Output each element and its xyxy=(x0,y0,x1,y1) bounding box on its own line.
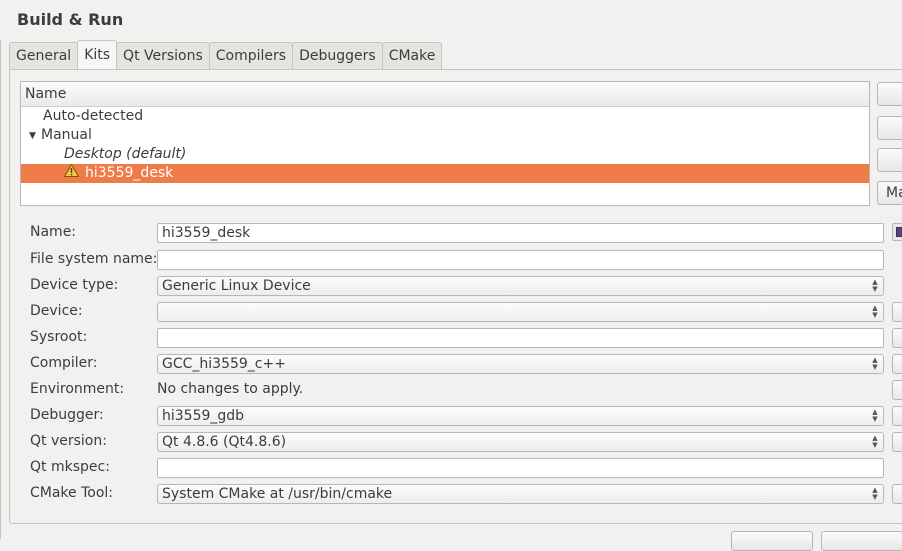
triangle-down-icon[interactable]: ▼ xyxy=(29,127,41,146)
qt-version-label: Qt version: xyxy=(30,433,107,449)
tab-compilers[interactable]: Compilers xyxy=(208,42,294,69)
ok-button[interactable] xyxy=(731,531,813,551)
cmake-tool-label: CMake Tool: xyxy=(30,485,114,501)
tree-header-name[interactable]: Name xyxy=(21,82,869,107)
kit-icon-button[interactable] xyxy=(892,223,902,241)
device-manage-button[interactable] xyxy=(892,302,902,322)
remove-kit-button[interactable] xyxy=(877,148,902,172)
combo-arrows-icon: ▲ ▼ xyxy=(872,408,878,423)
debugger-label: Debugger: xyxy=(30,407,104,423)
tree-item-label: Auto-detected xyxy=(43,108,144,124)
debugger-manage-button[interactable] xyxy=(892,406,902,426)
environment-label: Environment: xyxy=(30,381,125,397)
compiler-label: Compiler: xyxy=(30,355,98,371)
tab-debuggers[interactable]: Debuggers xyxy=(292,42,383,69)
compiler-manage-button[interactable] xyxy=(892,354,902,374)
combo-arrows-icon: ▲ ▼ xyxy=(872,486,878,501)
debugger-value: hi3559_gdb xyxy=(162,408,245,424)
compiler-combo[interactable]: GCC_hi3559_c++ ▲ ▼ xyxy=(157,354,884,374)
tab-bar: General Kits Qt Versions Compilers Debug… xyxy=(9,40,443,70)
warning-icon xyxy=(64,164,79,177)
left-divider xyxy=(0,40,1,539)
debugger-combo[interactable]: hi3559_gdb ▲ ▼ xyxy=(157,406,884,426)
device-type-value: Generic Linux Device xyxy=(162,278,311,294)
tree-item-hi3559-desk[interactable]: hi3559_desk xyxy=(21,164,869,183)
tree-item-label: hi3559_desk xyxy=(85,165,174,181)
tab-cmake[interactable]: CMake xyxy=(381,42,443,69)
qt-mkspec-field[interactable] xyxy=(157,458,884,478)
clone-kit-button[interactable] xyxy=(877,116,902,140)
device-icon xyxy=(896,227,902,237)
add-kit-button[interactable] xyxy=(877,82,902,106)
device-type-combo[interactable]: Generic Linux Device ▲ ▼ xyxy=(157,276,884,296)
tree-item-desktop-default[interactable]: Desktop (default) xyxy=(21,145,869,164)
combo-arrows-icon: ▲ ▼ xyxy=(872,434,878,449)
cmake-tool-value: System CMake at /usr/bin/cmake xyxy=(162,486,393,502)
device-combo[interactable]: ▲ ▼ xyxy=(157,302,884,322)
qt-version-value: Qt 4.8.6 (Qt4.8.6) xyxy=(162,434,287,450)
page-title: Build & Run xyxy=(17,10,124,29)
device-label: Device: xyxy=(30,303,83,319)
tree-item-label: Manual xyxy=(41,127,92,143)
device-type-label: Device type: xyxy=(30,277,119,293)
environment-change-button[interactable] xyxy=(892,380,902,400)
tree-item-label: Desktop (default) xyxy=(64,146,187,162)
qt-version-combo[interactable]: Qt 4.8.6 (Qt4.8.6) ▲ ▼ xyxy=(157,432,884,452)
name-label: Name: xyxy=(30,224,77,240)
tree-item-manual[interactable]: ▼ Manual xyxy=(21,126,869,145)
combo-arrows-icon: ▲ ▼ xyxy=(872,356,878,371)
tree-item-auto-detected[interactable]: Auto-detected xyxy=(21,107,869,126)
kits-tree[interactable]: Name Auto-detected ▼ Manual Desktop (defa… xyxy=(20,81,870,206)
file-system-name-label: File system name: xyxy=(30,251,158,267)
tab-kits[interactable]: Kits xyxy=(77,40,118,69)
qt-mkspec-label: Qt mkspec: xyxy=(30,459,110,475)
sysroot-field[interactable] xyxy=(157,328,884,348)
qt-version-manage-button[interactable] xyxy=(892,432,902,452)
cancel-button[interactable] xyxy=(821,531,902,551)
combo-arrows-icon: ▲ ▼ xyxy=(872,278,878,293)
compiler-value: GCC_hi3559_c++ xyxy=(162,356,286,372)
tab-qt-versions[interactable]: Qt Versions xyxy=(116,42,210,69)
cmake-tool-manage-button[interactable] xyxy=(892,484,902,504)
sysroot-label: Sysroot: xyxy=(30,329,88,345)
environment-value: No changes to apply. xyxy=(157,381,304,397)
combo-arrows-icon: ▲ ▼ xyxy=(872,304,878,319)
tab-general[interactable]: General xyxy=(9,42,79,69)
name-field[interactable]: hi3559_desk xyxy=(157,223,884,243)
file-system-name-field[interactable] xyxy=(157,250,884,270)
sysroot-browse-button[interactable] xyxy=(892,328,902,348)
cmake-tool-combo[interactable]: System CMake at /usr/bin/cmake ▲ ▼ xyxy=(157,484,884,504)
make-default-button[interactable]: Ma xyxy=(877,181,902,205)
